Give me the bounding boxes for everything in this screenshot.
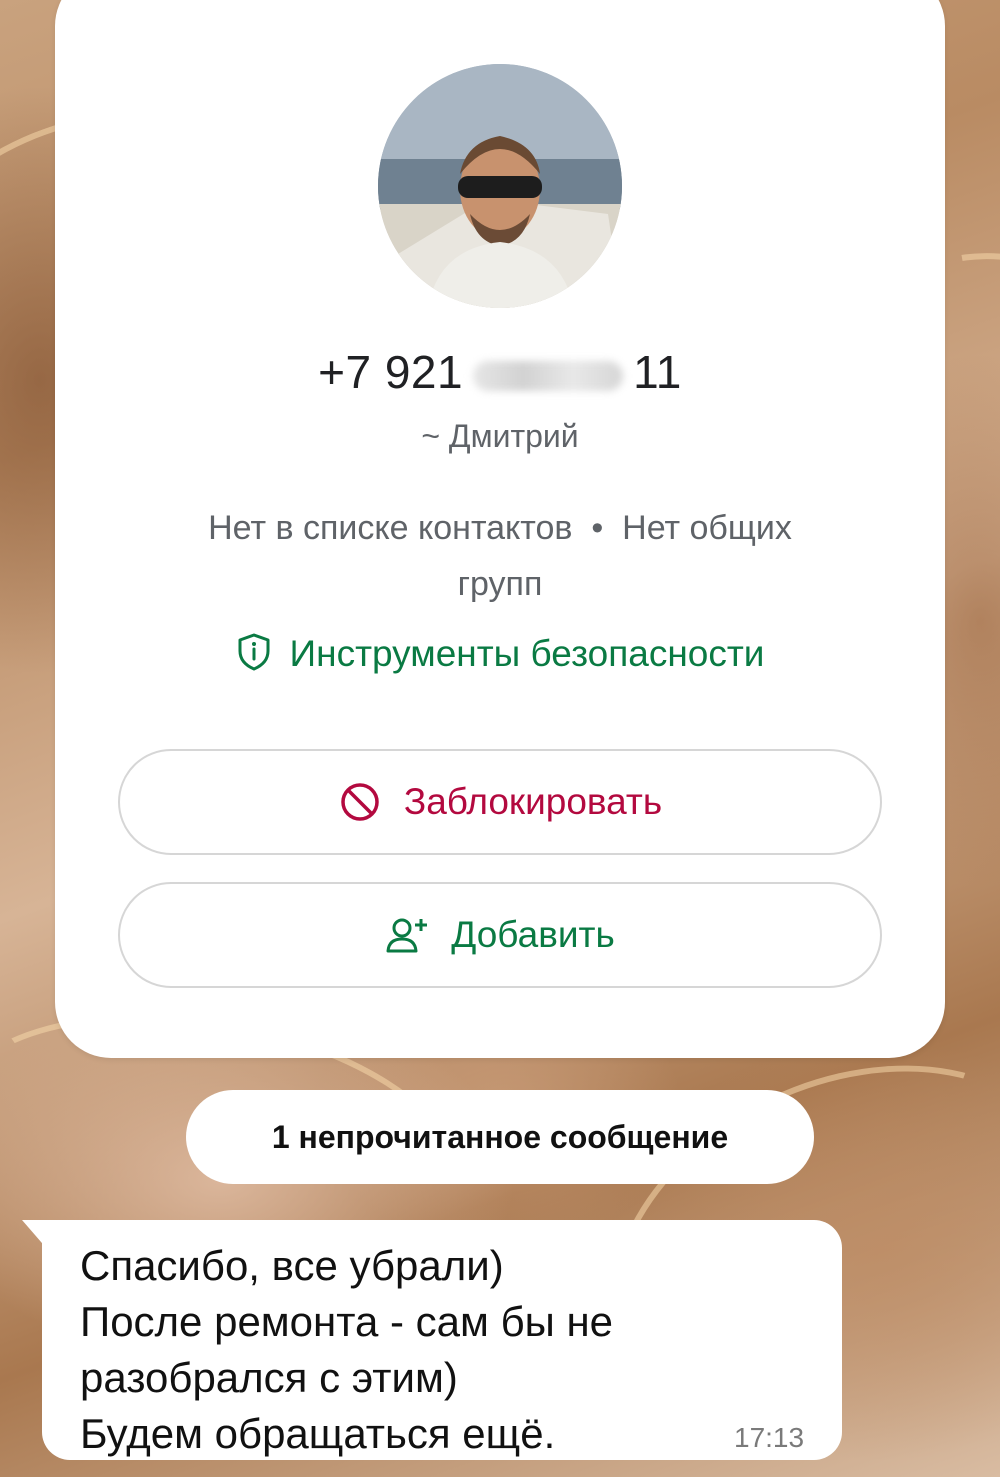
unread-messages-banner: 1 непрочитанное сообщение [186,1090,814,1184]
message-line: Будем обращаться ещё. [80,1410,556,1457]
avatar[interactable] [378,64,622,308]
redacted-digits [473,360,624,391]
contact-status-line: Нет в списке контактов • Нет общих [208,509,792,547]
message-line: разобрался с этим) [80,1354,458,1401]
message-text: Спасибо, все убрали) После ремонта - сам… [80,1238,730,1462]
contact-status: Нет в списке контактов • Нет общих групп [140,500,860,612]
security-tools-link[interactable]: Инструменты безопасности [0,632,1000,675]
phone-suffix: 11 [633,346,682,398]
phone-number: +7 921 11 [0,345,1000,399]
block-button[interactable]: Заблокировать [118,749,882,855]
message-timestamp: 17:13 [734,1422,805,1453]
add-contact-icon [386,918,428,953]
profile-photo-icon [378,64,622,308]
block-icon [341,783,379,821]
shield-icon [238,633,270,671]
add-contact-label: Добавить [451,914,615,955]
chat-screen: +7 921 11 ~ Дмитрий Нет в списке контакто… [0,0,1000,1477]
security-tools-label: Инструменты безопасности [289,633,765,674]
contact-status-line: групп [457,565,543,603]
add-contact-button[interactable]: Добавить [118,882,882,988]
message-line: После ремонта - сам бы не [80,1298,614,1345]
block-button-label: Заблокировать [403,781,663,822]
phone-prefix: +7 921 [318,346,464,398]
message-line: Спасибо, все убрали) [80,1242,504,1289]
contact-name: ~ Дмитрий [421,418,579,454]
